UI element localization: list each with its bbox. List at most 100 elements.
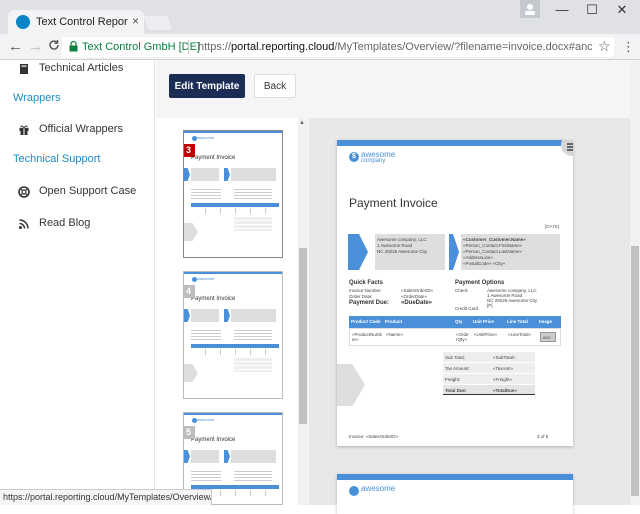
thumb-arrow-shape: [184, 168, 190, 181]
sidebar-item-label: Technical Articles: [39, 62, 124, 74]
page-scrollbar[interactable]: [630, 60, 640, 505]
main-content: Edit Template Back awesome Payment Invoi…: [156, 60, 640, 514]
page-number-badge: 5: [184, 426, 195, 439]
payment-options-title: Payment Options: [455, 280, 505, 286]
thumb-text-lines: [191, 328, 221, 340]
favicon-icon: [16, 15, 30, 29]
url-prefix: https://: [198, 41, 232, 53]
sidebar-item-read-blog[interactable]: Read Blog: [0, 215, 155, 237]
totals-label: Sub Total:: [445, 355, 465, 360]
totals-row: Sub Total: «SubTotal»: [443, 352, 535, 362]
scrollbar-thumb[interactable]: [299, 248, 307, 424]
document-page: $ awesome company Payment Invoice [DATE]…: [337, 140, 573, 446]
scrollbar-thumb[interactable]: [631, 246, 639, 496]
document-page: awesome: [337, 474, 573, 514]
check-line: NC 28226 Awesome City: [487, 298, 537, 303]
close-window-button[interactable]: ✕: [608, 2, 636, 18]
thumb-table-row: [191, 208, 279, 214]
thumb-arrow-shape: [224, 168, 230, 181]
thumb-table-row: [191, 349, 279, 355]
thumb-table-header: [191, 203, 279, 207]
sidebar: Technical Articles Wrappers Official Wra…: [0, 60, 155, 505]
maximize-button[interactable]: ☐: [578, 2, 606, 18]
lifebuoy-icon: [18, 186, 30, 198]
thumb-totals: [234, 358, 272, 372]
thumb-arrow-shape: [184, 309, 190, 322]
thumb-header-bar: [184, 272, 282, 274]
fact-value: «SalesOrderID»: [401, 288, 434, 293]
sidebar-item-open-support-case[interactable]: Open Support Case: [0, 183, 155, 205]
table-header-cell: Qty: [455, 319, 463, 324]
logo-sub-text: company: [361, 158, 386, 164]
page-thumbnail[interactable]: awesome Payment Invoice 3: [183, 130, 283, 258]
thumb-text-lines: [234, 187, 272, 199]
minimize-button[interactable]: —: [548, 2, 576, 18]
thumb-to-block: [231, 309, 276, 322]
thumb-from-block: [191, 450, 219, 463]
sidebar-heading-wrappers: Wrappers: [13, 92, 61, 104]
document-viewer: $ awesome company Payment Invoice [DATE]…: [309, 118, 640, 514]
gift-icon: [19, 125, 29, 135]
table-cell: «UnitPrice»: [474, 332, 498, 337]
invoice-title: Payment Invoice: [349, 196, 438, 210]
thumb-text-lines: [234, 469, 272, 481]
sidebar-heading-technical-support: Technical Support: [13, 153, 101, 165]
address-divider: [188, 40, 189, 54]
table-header-cell: Unit Price: [473, 319, 495, 324]
table-header-cell: Image: [539, 319, 553, 324]
totals-label: Tax Amount:: [445, 366, 470, 371]
thumb-from-block: [191, 309, 219, 322]
thumb-logo-text: awesome: [197, 135, 215, 140]
thumbnail-pane: awesome Payment Invoice 3 awesome Paymen…: [156, 118, 308, 505]
address-bar[interactable]: Text Control GmbH [DE] https://portal.re…: [62, 37, 614, 57]
image-placeholder-label: IMG: [543, 335, 551, 340]
table-cell: «ProductNumb er»: [352, 332, 383, 342]
rss-icon: [19, 219, 29, 229]
logo-main-text: awesome: [361, 484, 396, 493]
sidebar-item-technical-articles[interactable]: Technical Articles: [0, 60, 155, 82]
totals-row: Total Due: «TotalDue»: [443, 385, 535, 395]
sidebar-item-official-wrappers[interactable]: Official Wrappers: [0, 121, 155, 143]
footer-left: Invoice: «SalesOrderID»: [349, 434, 399, 439]
totals-row: Freight: «Freight»: [443, 374, 535, 384]
scroll-up-icon[interactable]: ▲: [299, 120, 305, 126]
table-cell: «Orde rQty»: [456, 332, 469, 342]
to-line: «PostalCode» «City»: [463, 261, 506, 266]
bookmark-star-icon[interactable]: ☆: [598, 38, 611, 55]
totals-label: Total Due:: [445, 388, 467, 393]
footer-right: 3 of 6: [537, 434, 549, 439]
url-text[interactable]: https://portal.reporting.cloud/MyTemplat…: [198, 41, 592, 53]
table-cell: «Name»: [386, 332, 404, 337]
thumb-arrow-shape: [184, 223, 198, 241]
edit-template-button[interactable]: Edit Template: [169, 74, 245, 98]
thumb-text-lines: [234, 328, 272, 340]
to-line: «Person_Contact.LastName»: [463, 249, 523, 254]
thumb-arrow-shape: [184, 450, 190, 463]
thumb-from-block: [191, 168, 219, 181]
thumbnail-scrollbar[interactable]: ▲: [298, 118, 308, 505]
fact-label: Invoice Number:: [349, 288, 382, 293]
thumb-arrow-shape: [184, 364, 198, 382]
forward-arrow-icon[interactable]: →: [28, 38, 43, 55]
arrow-shape: [449, 234, 459, 270]
totals-value: «Freight»: [493, 377, 513, 382]
page-thumbnail[interactable]: awesome Payment Invoice 4: [183, 271, 283, 399]
from-line: NC 28226 Awesome City: [377, 249, 427, 254]
back-arrow-icon[interactable]: ←: [8, 38, 23, 55]
browser-menu-icon[interactable]: ⋮: [622, 39, 635, 55]
reload-icon[interactable]: [48, 39, 60, 54]
browser-tab[interactable]: Text Control ReportingCl ×: [8, 10, 144, 34]
tab-close-icon[interactable]: ×: [132, 14, 139, 28]
thumb-header-bar: [184, 413, 282, 415]
company-logo-icon: $: [349, 152, 359, 162]
back-button[interactable]: Back: [254, 74, 296, 98]
table-header-cell: Product: [385, 319, 403, 324]
profile-icon[interactable]: [520, 0, 540, 18]
tab-title: Text Control ReportingCl: [36, 16, 128, 28]
thumb-logo-text: awesome: [197, 276, 215, 281]
totals-value: «TotalDue»: [493, 388, 517, 393]
arrow-shape: [337, 364, 365, 406]
hamburger-menu-icon[interactable]: [561, 140, 573, 156]
new-tab-button[interactable]: [143, 16, 173, 30]
table-header-row: Product Code Product Qty Unit Price Line…: [349, 316, 561, 328]
